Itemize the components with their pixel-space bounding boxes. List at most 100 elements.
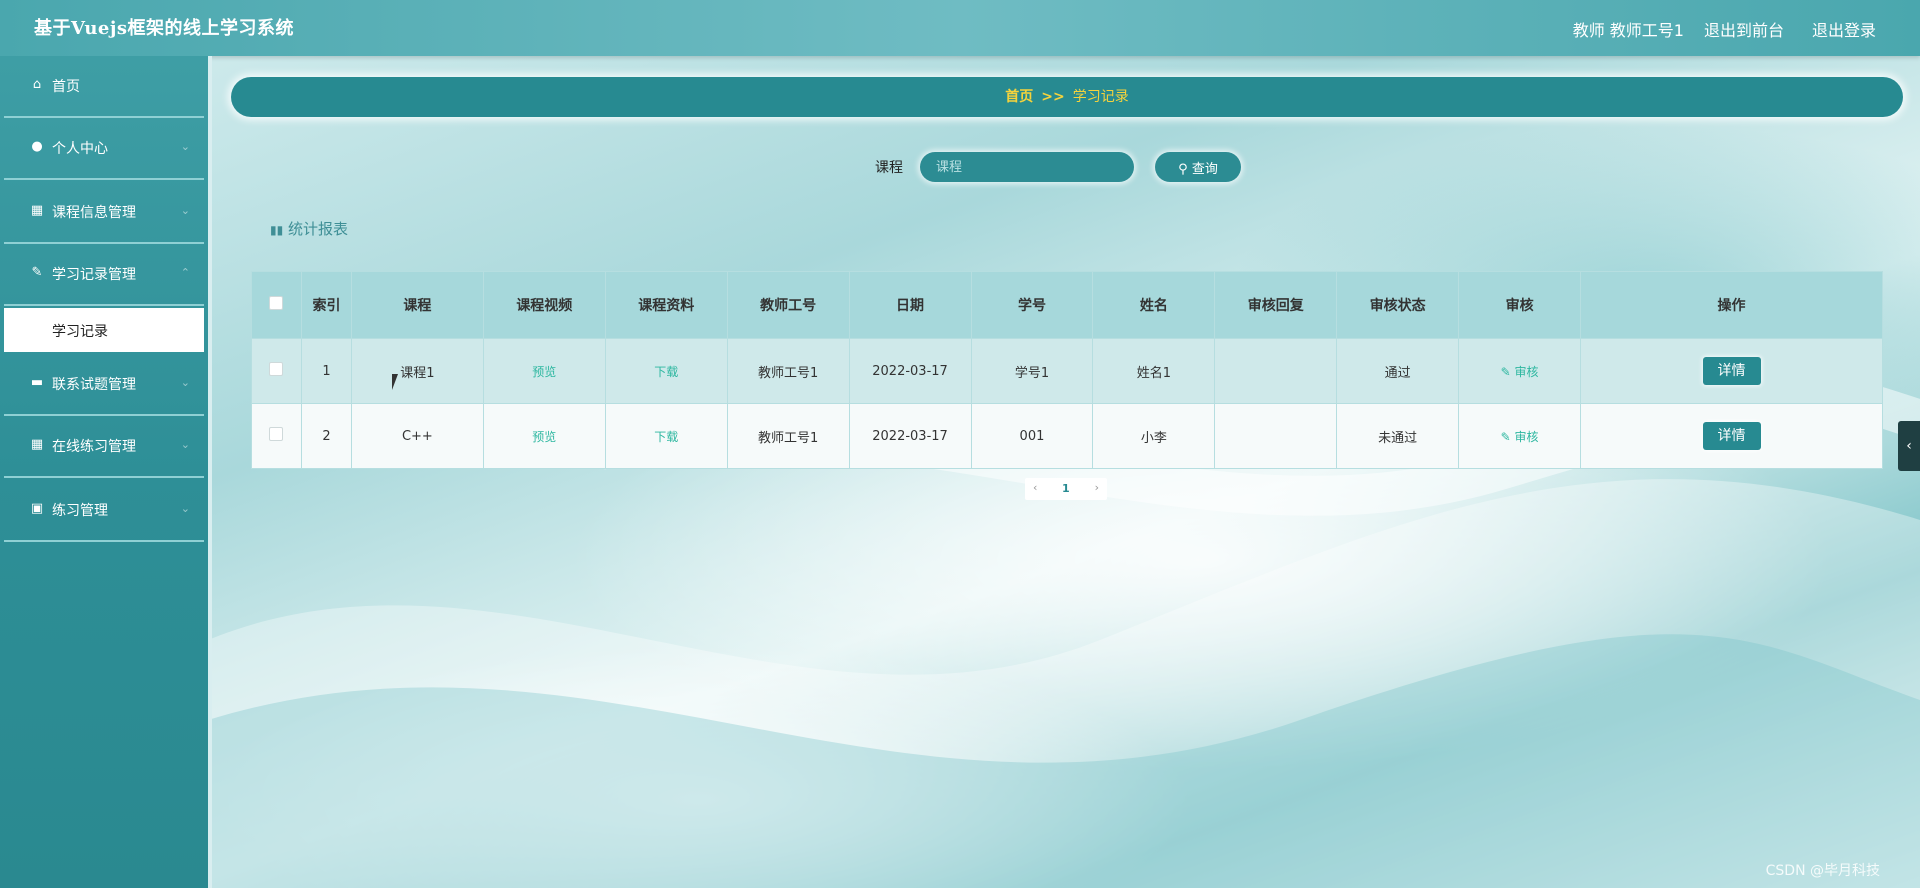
preview-link[interactable]: 预览	[532, 430, 556, 444]
sidebar-item-label: 练习管理	[52, 503, 108, 519]
row-select-cell[interactable]	[251, 338, 302, 404]
cell-course: 课程1	[350, 338, 484, 404]
sidebar-item-practice-manage[interactable]: ▣ 练习管理 ⌄	[4, 480, 204, 542]
sidebar-item-online-practice[interactable]: ▦ 在线练习管理 ⌄	[4, 416, 204, 478]
column-header: 课程资料	[604, 271, 728, 339]
clipboard-icon: ▣	[30, 501, 44, 516]
cell-audit: ✎ 审核	[1458, 403, 1582, 469]
cell-action: 详情	[1580, 403, 1883, 469]
grid-icon: ▦	[30, 437, 44, 452]
sidebar: ⌂ 首页 ● 个人中心 ⌄ ▦ 课程信息管理 ⌄ ✎ 学习记录管理 ⌃ 学习记录…	[0, 56, 212, 888]
cell-video: 预览	[482, 403, 606, 469]
sidebar-item-label: 首页	[52, 79, 80, 95]
table-header-row: 索引 课程 课程视频 课程资料 教师工号 日期 学号 姓名 审核回复 审核状态 …	[251, 271, 1883, 339]
column-header: 审核	[1458, 271, 1582, 339]
search-icon: ⚲	[1178, 161, 1188, 177]
grid-icon: ▦	[30, 203, 44, 218]
cell-material: 下载	[604, 338, 728, 404]
table-row: 1 课程1 预览 下载 教师工号1 2022-03-17 学号1 姓名1 通过 …	[251, 338, 1883, 404]
page-number[interactable]: 1	[1062, 482, 1070, 495]
monitor-icon: ▬	[30, 375, 44, 390]
breadcrumb-current: 学习记录	[1072, 89, 1129, 105]
cell-index: 2	[300, 403, 352, 469]
chevron-down-icon: ⌄	[180, 438, 190, 451]
sidebar-item-course-info[interactable]: ▦ 课程信息管理 ⌄	[4, 182, 204, 244]
collapse-panel-tab[interactable]: ‹	[1898, 421, 1920, 471]
audit-label: 审核	[1514, 364, 1539, 379]
course-search-input[interactable]	[920, 152, 1134, 182]
sidebar-item-home[interactable]: ⌂ 首页	[4, 56, 204, 118]
chevron-up-icon: ⌃	[180, 266, 190, 279]
search-label: 课程	[875, 160, 903, 176]
submenu-item-study-record[interactable]: 学习记录	[4, 308, 204, 352]
next-page-icon[interactable]: ›	[1095, 481, 1099, 494]
sidebar-item-exercise-questions[interactable]: ▬ 联系试题管理 ⌄	[4, 354, 204, 416]
cell-video: 预览	[482, 338, 606, 404]
row-checkbox[interactable]	[269, 362, 284, 376]
app-title: 基于Vuejs框架的线上学习系统	[34, 18, 294, 39]
cell-status: 未通过	[1336, 403, 1460, 469]
column-header: 索引	[300, 271, 352, 339]
select-all-cell[interactable]	[251, 271, 302, 339]
search-button-label: 查询	[1191, 161, 1218, 177]
column-header: 教师工号	[726, 271, 850, 339]
cell-date: 2022-03-17	[848, 338, 972, 404]
front-page-link[interactable]: 退出到前台	[1704, 17, 1784, 41]
download-link[interactable]: 下载	[654, 430, 678, 444]
search-button[interactable]: ⚲ 查询	[1155, 152, 1241, 182]
cell-teacher: 教师工号1	[726, 338, 850, 404]
column-header: 学号	[970, 271, 1094, 339]
prev-page-icon[interactable]: ‹	[1033, 481, 1037, 494]
chevron-down-icon: ⌄	[180, 376, 190, 389]
sidebar-item-personal-center[interactable]: ● 个人中心 ⌄	[4, 118, 204, 180]
cell-name: 姓名1	[1092, 338, 1216, 404]
audit-label: 审核	[1514, 429, 1539, 444]
chevron-down-icon: ⌄	[180, 140, 190, 153]
row-select-cell[interactable]	[251, 403, 302, 469]
row-checkbox[interactable]	[269, 427, 284, 441]
cell-index: 1	[300, 338, 352, 404]
download-link[interactable]: 下载	[654, 365, 678, 379]
cell-course: C++	[350, 403, 484, 469]
chevron-down-icon: ⌄	[180, 204, 190, 217]
breadcrumb-home[interactable]: 首页	[1005, 89, 1033, 105]
column-header: 课程视频	[482, 271, 606, 339]
select-all-checkbox[interactable]	[269, 296, 284, 310]
preview-link[interactable]: 预览	[532, 365, 556, 379]
statistics-report-button[interactable]: ▮▮ 统计报表	[270, 218, 348, 239]
submenu-item-label: 学习记录	[52, 324, 108, 340]
audit-link[interactable]: ✎ 审核	[1501, 365, 1539, 379]
sidebar-item-label: 课程信息管理	[52, 205, 136, 221]
cell-audit: ✎ 审核	[1458, 338, 1582, 404]
edit-icon: ✎	[1500, 364, 1511, 379]
logout-link[interactable]: 退出登录	[1812, 17, 1876, 41]
bar-chart-icon: ▮▮	[270, 223, 284, 237]
cell-name: 小李	[1092, 403, 1216, 469]
cell-student-no: 学号1	[970, 338, 1094, 404]
column-header: 日期	[848, 271, 972, 339]
table-row: 2 C++ 预览 下载 教师工号1 2022-03-17 001 小李 未通过 …	[251, 403, 1883, 469]
watermark: CSDN @毕月科技	[1765, 863, 1880, 879]
mouse-cursor-icon	[392, 374, 398, 390]
audit-link[interactable]: ✎ 审核	[1501, 430, 1539, 444]
study-records-table: 索引 课程 课程视频 课程资料 教师工号 日期 学号 姓名 审核回复 审核状态 …	[251, 271, 1883, 469]
top-header: 基于Vuejs框架的线上学习系统 教师 教师工号1 退出到前台 退出登录	[0, 0, 1920, 56]
breadcrumb-separator: >>	[1041, 89, 1065, 105]
user-icon: ●	[31, 139, 43, 154]
cell-material: 下载	[604, 403, 728, 469]
column-header: 姓名	[1092, 271, 1216, 339]
sidebar-item-study-records[interactable]: ✎ 学习记录管理 ⌃	[4, 244, 204, 306]
column-header: 操作	[1580, 271, 1883, 339]
cell-reply	[1214, 338, 1338, 404]
sidebar-item-label: 学习记录管理	[52, 267, 136, 283]
current-user: 教师 教师工号1	[1572, 21, 1684, 40]
edit-icon: ✎	[1500, 429, 1511, 444]
column-header: 审核状态	[1336, 271, 1460, 339]
cell-teacher: 教师工号1	[726, 403, 850, 469]
edit-icon: ✎	[31, 265, 43, 280]
sidebar-item-label: 联系试题管理	[52, 377, 136, 393]
detail-button[interactable]: 详情	[1702, 357, 1761, 385]
detail-button[interactable]: 详情	[1702, 422, 1761, 450]
cell-student-no: 001	[970, 403, 1094, 469]
chevron-down-icon: ⌄	[180, 502, 190, 515]
